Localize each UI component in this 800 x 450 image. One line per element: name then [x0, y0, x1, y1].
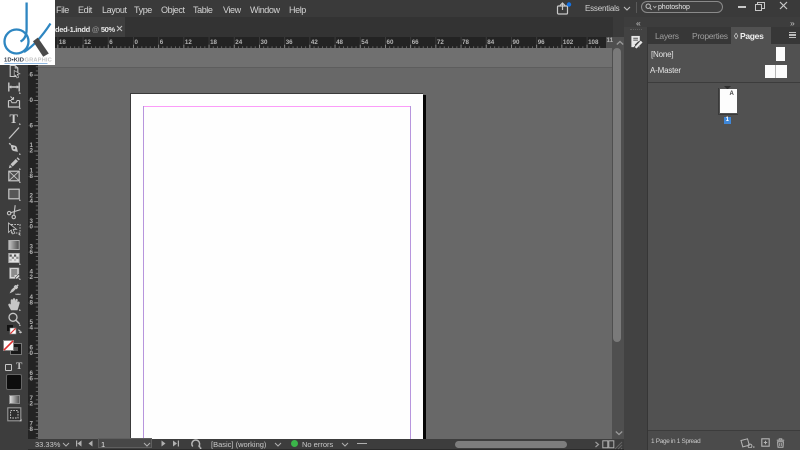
svg-text:0: 0 — [30, 224, 34, 231]
svg-text:4: 4 — [30, 325, 34, 332]
svg-text:2: 2 — [30, 274, 34, 281]
svg-text:8: 8 — [30, 299, 34, 306]
svg-text:78: 78 — [462, 39, 469, 46]
svg-text:48: 48 — [336, 39, 343, 46]
svg-text:6: 6 — [30, 249, 34, 256]
svg-text:2: 2 — [30, 401, 34, 408]
svg-text:12: 12 — [185, 39, 192, 46]
svg-text:6: 6 — [109, 39, 113, 46]
svg-text:24: 24 — [235, 39, 242, 46]
svg-text:4: 4 — [30, 198, 34, 205]
svg-text:T: T — [10, 112, 19, 126]
svg-text:0: 0 — [30, 97, 34, 104]
svg-text:6: 6 — [160, 39, 164, 46]
svg-text:84: 84 — [487, 39, 494, 46]
svg-text:90: 90 — [513, 39, 520, 46]
svg-text:54: 54 — [361, 39, 368, 46]
svg-text:6: 6 — [30, 122, 34, 129]
svg-text:8: 8 — [30, 173, 34, 180]
svg-text:1D•KID: 1D•KID — [4, 58, 24, 64]
svg-text:12: 12 — [84, 39, 91, 46]
svg-text:66: 66 — [412, 39, 419, 46]
svg-text:GRAPHIC: GRAPHIC — [25, 58, 53, 64]
svg-text:108: 108 — [588, 39, 599, 46]
svg-text:0: 0 — [30, 350, 34, 357]
svg-text:96: 96 — [538, 39, 545, 46]
svg-text:36: 36 — [286, 39, 293, 46]
svg-text:6: 6 — [30, 375, 34, 382]
svg-text:2: 2 — [30, 148, 34, 155]
svg-text:60: 60 — [387, 39, 394, 46]
svg-text:6: 6 — [30, 72, 34, 79]
svg-text:8: 8 — [30, 426, 34, 433]
svg-text:30: 30 — [261, 39, 268, 46]
svg-text:42: 42 — [311, 39, 318, 46]
svg-text:0: 0 — [135, 39, 139, 46]
svg-text:18: 18 — [59, 39, 66, 46]
svg-text:18: 18 — [210, 39, 217, 46]
svg-text:72: 72 — [437, 39, 444, 46]
svg-text:102: 102 — [563, 39, 574, 46]
